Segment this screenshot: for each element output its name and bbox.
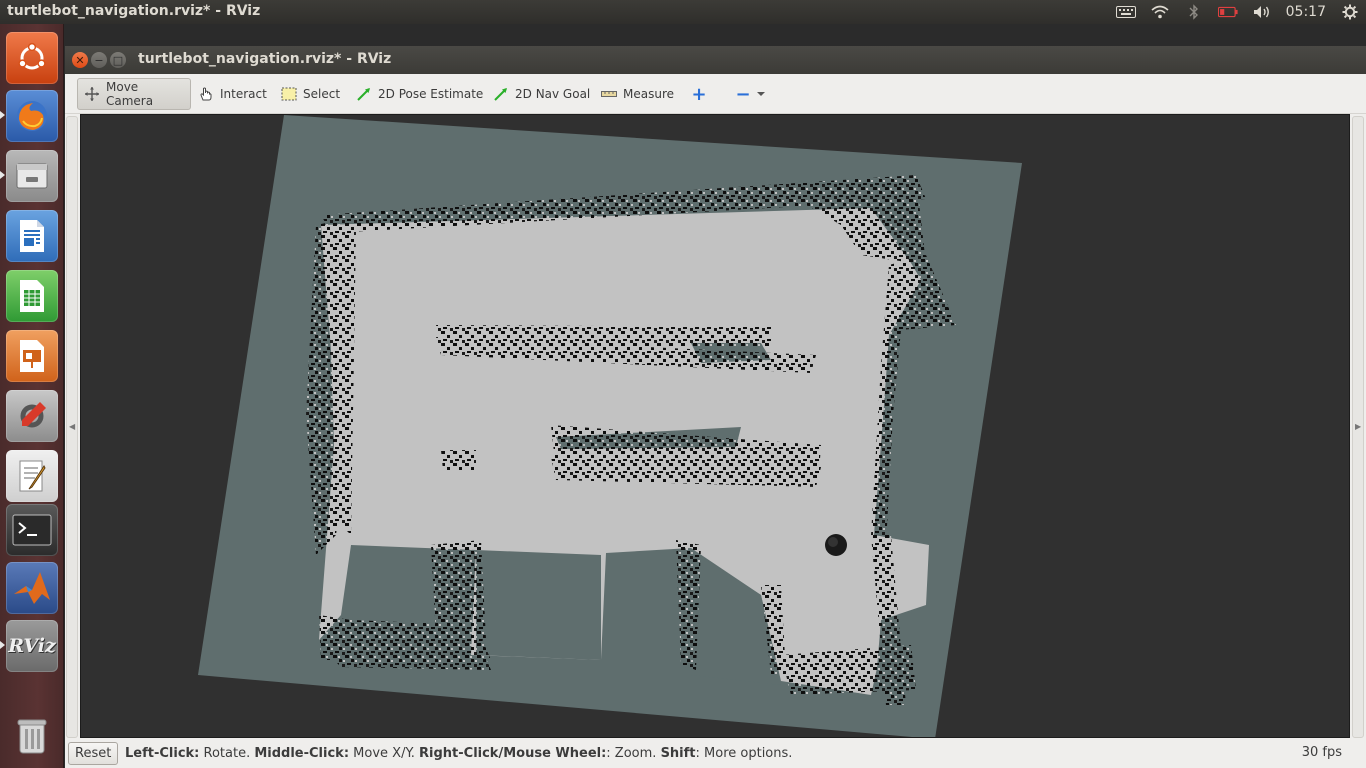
indicator-area: 05:17 [1115, 0, 1360, 24]
nav-goal-arrow-icon [493, 86, 509, 102]
select-icon [281, 86, 297, 102]
system-settings-icon[interactable] [6, 390, 58, 442]
status-bar: Reset Left-Click: Rotate. Middle-Click: … [65, 740, 1366, 768]
select-label: Select [303, 87, 341, 101]
select-tool[interactable]: Select [275, 78, 346, 110]
add-tool-button[interactable]: + [685, 78, 713, 110]
pose-estimate-arrow-icon [356, 86, 372, 102]
right-click-key: Right-Click/Mouse Wheel: [419, 746, 607, 761]
wifi-icon[interactable] [1150, 4, 1170, 20]
close-icon: ✕ [75, 53, 85, 67]
chevron-right-icon: ▶ [1355, 422, 1362, 431]
minimize-button[interactable]: − [91, 52, 107, 68]
firefox-icon[interactable] [6, 90, 58, 142]
render-viewport[interactable] [80, 114, 1350, 738]
text-editor-icon[interactable] [6, 450, 58, 502]
reset-button[interactable]: Reset [68, 742, 119, 765]
middle-click-desc: Move X/Y. [349, 746, 420, 761]
left-click-key: Left-Click: [125, 746, 200, 761]
right-click-desc: : Zoom. [606, 746, 661, 761]
files-icon[interactable] [6, 150, 58, 202]
chevron-left-icon: ◀ [69, 422, 76, 431]
2d-nav-goal-tool[interactable]: 2D Nav Goal [487, 78, 596, 110]
libreoffice-writer-icon[interactable] [6, 210, 58, 262]
measure-label: Measure [623, 87, 674, 101]
clock[interactable]: 05:17 [1286, 4, 1326, 20]
pose-estimate-label: 2D Pose Estimate [378, 87, 484, 101]
minus-icon: − [735, 83, 751, 105]
bluetooth-icon[interactable] [1184, 4, 1204, 20]
volume-icon[interactable] [1252, 4, 1272, 20]
plus-icon: + [691, 83, 707, 105]
occupancy-map[interactable] [81, 115, 1350, 738]
rviz-window: ✕ − □ turtlebot_navigation.rviz* - RViz … [65, 46, 1366, 768]
libreoffice-calc-icon[interactable] [6, 270, 58, 322]
left-dock-handle[interactable]: ◀ [66, 116, 78, 738]
launcher: RViz [0, 24, 64, 768]
keyboard-icon[interactable] [1115, 4, 1136, 20]
mouse-help-text: Left-Click: Rotate. Middle-Click: Move X… [125, 746, 792, 761]
2d-pose-estimate-tool[interactable]: 2D Pose Estimate [350, 78, 489, 110]
window-titlebar[interactable]: ✕ − □ turtlebot_navigation.rviz* - RViz [65, 46, 1366, 74]
window-title: turtlebot_navigation.rviz* - RViz [138, 51, 392, 67]
move-camera-label: Move Camera [106, 80, 154, 108]
maximize-icon: □ [112, 53, 124, 67]
rviz-icon[interactable]: RViz [6, 620, 58, 672]
chevron-down-icon [757, 86, 765, 102]
map-gap-left [476, 550, 601, 660]
libreoffice-impress-icon[interactable] [6, 330, 58, 382]
move-camera-icon [84, 86, 100, 102]
interact-label: Interact [220, 87, 267, 101]
shift-key: Shift [660, 746, 696, 761]
move-camera-tool[interactable]: Move Camera [77, 78, 191, 110]
remove-tool-button[interactable]: − [729, 78, 771, 110]
active-window-title: turtlebot_navigation.rviz* - RViz [7, 3, 261, 19]
hand-icon [198, 86, 214, 102]
close-button[interactable]: ✕ [72, 52, 88, 68]
obstacle-left-leg [431, 540, 486, 640]
obstacle-mid-left [441, 450, 476, 470]
fps-counter: 30 fps [1301, 745, 1342, 760]
left-click-desc: Rotate. [199, 746, 255, 761]
measure-tool[interactable]: Measure [595, 78, 680, 110]
gear-icon[interactable] [1340, 4, 1360, 20]
maximize-button[interactable]: □ [110, 52, 126, 68]
minimize-icon: − [94, 53, 104, 67]
top-panel: turtlebot_navigation.rviz* - RViz 05:17 [0, 0, 1366, 24]
nav-goal-label: 2D Nav Goal [515, 87, 591, 101]
interact-tool[interactable]: Interact [192, 78, 273, 110]
trash-icon[interactable] [6, 710, 58, 762]
terminal-icon[interactable] [6, 504, 58, 556]
tools-toolbar: Move Camera Interact Select 2D Pose Esti… [65, 74, 1366, 114]
middle-click-key: Middle-Click: [254, 746, 350, 761]
shift-desc: : More options. [695, 746, 793, 761]
right-dock-handle[interactable]: ▶ [1352, 116, 1364, 738]
rviz-icon-label: RViz [8, 635, 56, 657]
matlab-icon[interactable] [6, 562, 58, 614]
battery-icon[interactable] [1217, 4, 1238, 20]
ubuntu-dash-icon[interactable] [6, 32, 58, 84]
ruler-icon [601, 86, 617, 102]
